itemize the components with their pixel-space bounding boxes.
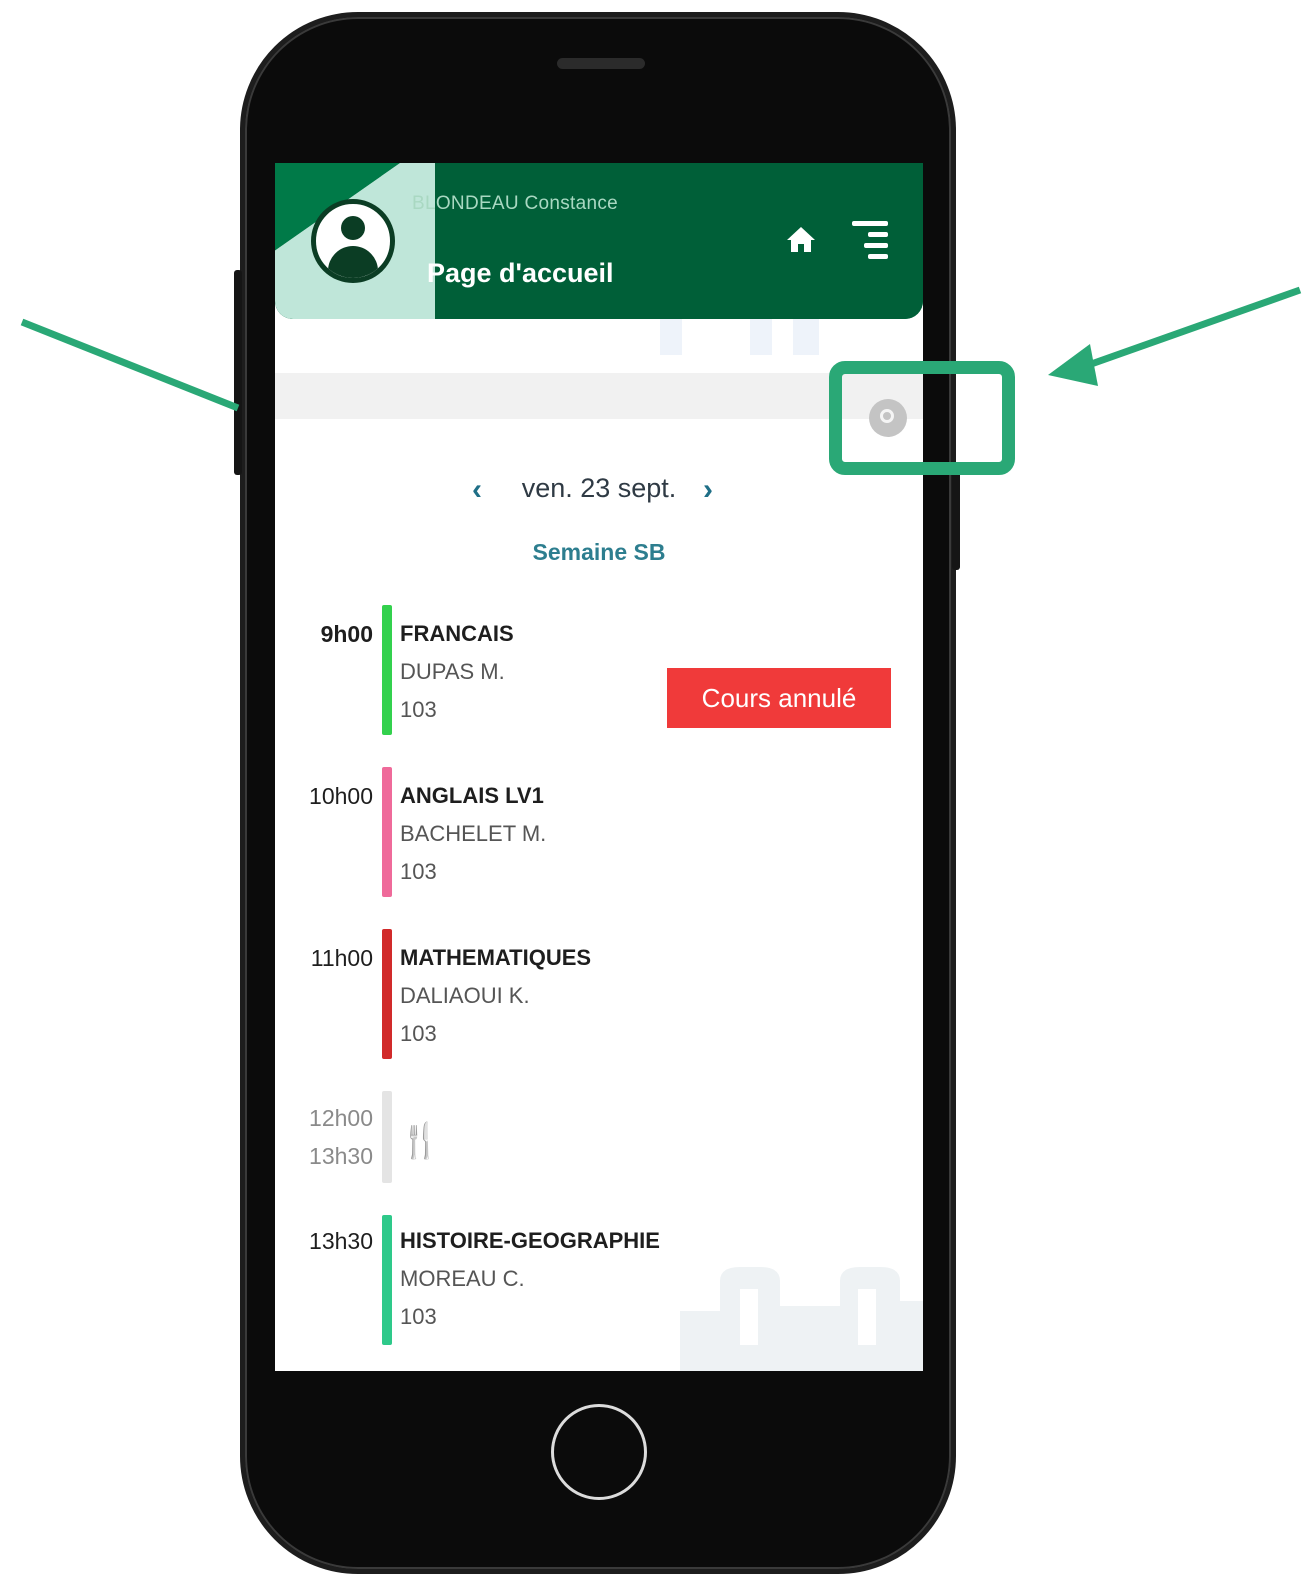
right-arrow-line xyxy=(1078,286,1302,372)
lesson-teacher: DALIAOUI K. xyxy=(400,983,530,1008)
lesson-color-bar xyxy=(382,767,392,897)
background-decor xyxy=(660,319,682,355)
lesson-item[interactable]: 10h00 ANGLAIS LV1 BACHELET M. 103 xyxy=(275,765,923,900)
app-header: BLONDEAU Constance Page d'accueil xyxy=(275,163,923,319)
lesson-time: 10h00 xyxy=(309,783,373,809)
info-strip xyxy=(275,373,923,419)
page-title: Page d'accueil xyxy=(427,258,614,288)
lesson-room: 103 xyxy=(400,697,437,722)
lesson-item[interactable]: 11h00 MATHEMATIQUES DALIAOUI K. 103 xyxy=(275,927,923,1062)
left-arrow-line xyxy=(20,318,240,412)
fork-knife-icon: 🍴 xyxy=(399,1122,442,1160)
lesson-room: 103 xyxy=(400,1304,437,1329)
phone-speaker xyxy=(557,58,645,69)
lesson-room: 103 xyxy=(400,1021,437,1046)
lesson-time: 9h00 xyxy=(320,621,373,647)
lesson-teacher: MOREAU C. xyxy=(400,1266,525,1291)
lesson-time: 11h00 xyxy=(310,945,373,971)
lesson-subject: ANGLAIS LV1 xyxy=(400,783,544,808)
lesson-room: 103 xyxy=(400,859,437,884)
break-end-time: 13h30 xyxy=(309,1143,373,1169)
current-date: ven. 23 sept. xyxy=(521,473,677,503)
week-label: Semaine SB xyxy=(532,539,666,565)
avatar-body xyxy=(328,246,378,278)
phone-side-button-left xyxy=(234,270,242,475)
lesson-color-bar xyxy=(382,1215,392,1345)
break-color-bar xyxy=(382,1091,392,1183)
lesson-color-bar xyxy=(382,605,392,735)
lesson-subject: MATHEMATIQUES xyxy=(400,945,592,970)
background-decor xyxy=(750,319,772,355)
user-name: BLONDEAU Constance xyxy=(412,193,619,214)
phone-side-button-right xyxy=(952,470,960,570)
lesson-subject: HISTOIRE-GEOGRAPHIE xyxy=(400,1228,660,1253)
right-arrow-head xyxy=(1048,344,1098,386)
lunch-break: 12h00 13h30 xyxy=(275,1089,923,1184)
app-screen: BLONDEAU Constance Page d'accueil ‹ ven.… xyxy=(275,163,923,1371)
lesson-time: 13h30 xyxy=(309,1228,373,1254)
cancelled-badge: Cours annulé xyxy=(667,668,891,728)
menu-icon[interactable] xyxy=(852,221,888,259)
lesson-teacher: DUPAS M. xyxy=(400,659,505,684)
next-day-button[interactable]: › xyxy=(703,473,713,507)
avatar-head xyxy=(341,216,365,240)
highlight-box xyxy=(829,361,1015,475)
background-decor xyxy=(793,319,819,355)
break-start-time: 12h00 xyxy=(309,1105,373,1131)
user-avatar-icon[interactable] xyxy=(311,199,395,283)
lesson-color-bar xyxy=(382,929,392,1059)
home-icon[interactable] xyxy=(785,225,817,253)
lesson-subject: FRANCAIS xyxy=(400,621,514,646)
phone-home-button[interactable] xyxy=(551,1404,647,1500)
lesson-teacher: BACHELET M. xyxy=(400,821,547,846)
background-decor xyxy=(680,1267,923,1371)
